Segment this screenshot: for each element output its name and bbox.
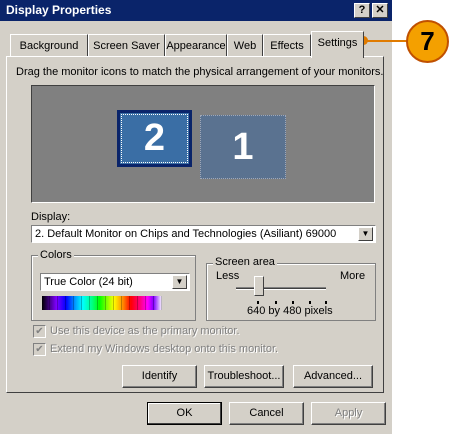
monitor-2-focus-outline bbox=[121, 114, 188, 163]
screen-area-slider-thumb[interactable] bbox=[254, 276, 264, 296]
slider-tick bbox=[325, 301, 327, 304]
close-button[interactable]: ✕ bbox=[372, 3, 388, 18]
tab-web[interactable]: Web bbox=[227, 34, 263, 56]
slider-tick bbox=[292, 301, 294, 304]
chevron-down-icon[interactable]: ▼ bbox=[358, 227, 373, 241]
window-title: Display Properties bbox=[6, 3, 112, 17]
tab-background[interactable]: Background bbox=[10, 34, 88, 56]
chevron-down-icon[interactable]: ▼ bbox=[172, 275, 187, 289]
cancel-button[interactable]: Cancel bbox=[229, 402, 304, 425]
more-label: More bbox=[340, 270, 366, 282]
slider-tick bbox=[257, 301, 259, 304]
slider-tick bbox=[309, 301, 311, 304]
colors-select-value: True Color (24 bit) bbox=[44, 276, 133, 288]
troubleshoot-button[interactable]: Troubleshoot... bbox=[204, 365, 284, 388]
display-label: Display: bbox=[31, 211, 71, 223]
extend-desktop-checkbox[interactable]: ✔ bbox=[33, 343, 46, 356]
ok-button[interactable]: OK bbox=[147, 402, 222, 425]
less-label: Less bbox=[216, 270, 240, 282]
tab-effects[interactable]: Effects bbox=[263, 34, 311, 56]
tab-screen-saver[interactable]: Screen Saver bbox=[88, 34, 165, 56]
title-bar[interactable]: Display Properties ? ✕ bbox=[0, 0, 392, 21]
slider-tick bbox=[275, 301, 277, 304]
color-spectrum-cells bbox=[42, 296, 162, 310]
instruction-text: Drag the monitor icons to match the phys… bbox=[16, 66, 384, 78]
primary-monitor-label: Use this device as the primary monitor. bbox=[50, 325, 240, 337]
primary-monitor-checkbox[interactable]: ✔ bbox=[33, 325, 46, 338]
advanced-button[interactable]: Advanced... bbox=[293, 365, 373, 388]
colors-select[interactable]: True Color (24 bit) ▼ bbox=[40, 273, 190, 291]
step-7-callout: 7 bbox=[406, 20, 449, 63]
extend-desktop-label: Extend my Windows desktop onto this moni… bbox=[50, 343, 279, 355]
identify-button[interactable]: Identify bbox=[122, 365, 197, 388]
colors-legend: Colors bbox=[38, 249, 74, 261]
display-select-value: 2. Default Monitor on Chips and Technolo… bbox=[35, 228, 337, 240]
help-button[interactable]: ? bbox=[354, 3, 370, 18]
tab-settings[interactable]: Settings bbox=[311, 31, 364, 58]
tab-appearance[interactable]: Appearance bbox=[165, 34, 227, 56]
apply-button[interactable]: Apply bbox=[311, 402, 386, 425]
monitor-1-icon[interactable]: 1 bbox=[200, 115, 286, 179]
callout-line bbox=[364, 40, 410, 42]
display-select[interactable]: 2. Default Monitor on Chips and Technolo… bbox=[31, 225, 376, 243]
screen-area-legend: Screen area bbox=[213, 256, 277, 268]
resolution-text: 640 by 480 pixels bbox=[247, 305, 333, 317]
screen-area-slider-track[interactable] bbox=[236, 287, 326, 290]
